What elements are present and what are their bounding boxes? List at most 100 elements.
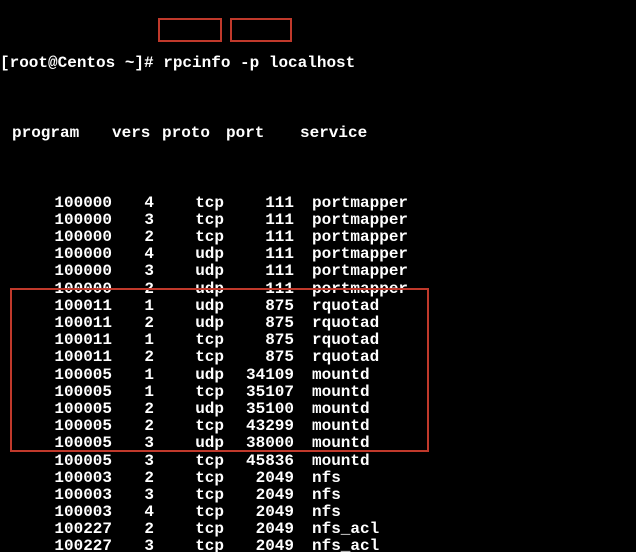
header-port: port <box>226 125 286 143</box>
cell-program: 100000 <box>0 281 112 299</box>
cell-vers: 3 <box>112 435 154 453</box>
cell-program: 100000 <box>0 229 112 247</box>
table-row: 1000112udp875rquotad <box>0 315 636 332</box>
cell-port: 35100 <box>224 401 294 419</box>
cell-program: 100005 <box>0 367 112 385</box>
cell-proto: udp <box>154 435 224 453</box>
cell-proto: tcp <box>154 504 224 522</box>
cell-proto: tcp <box>154 195 224 213</box>
cell-proto: udp <box>154 315 224 333</box>
cell-program: 100000 <box>0 246 112 264</box>
cell-port: 875 <box>224 298 294 316</box>
cell-port: 2049 <box>224 487 294 505</box>
cell-service: mountd <box>294 401 370 419</box>
table-row: 1000004udp111portmapper <box>0 246 636 263</box>
cell-proto: udp <box>154 367 224 385</box>
cell-vers: 3 <box>112 453 154 471</box>
cell-port: 875 <box>224 315 294 333</box>
cell-vers: 1 <box>112 298 154 316</box>
prompt-line: [root@Centos ~]# rpcinfo -p localhost <box>0 55 636 72</box>
cell-port: 2049 <box>224 538 294 552</box>
cell-program: 100000 <box>0 263 112 281</box>
cell-port: 111 <box>224 263 294 281</box>
cell-program: 100227 <box>0 521 112 539</box>
cell-vers: 2 <box>112 521 154 539</box>
cell-port: 111 <box>224 281 294 299</box>
cell-program: 100227 <box>0 538 112 552</box>
cell-port: 111 <box>224 229 294 247</box>
cell-program: 100003 <box>0 470 112 488</box>
cell-vers: 4 <box>112 504 154 522</box>
cell-program: 100005 <box>0 401 112 419</box>
header-vers: vers <box>112 125 162 143</box>
cell-vers: 2 <box>112 229 154 247</box>
cell-program: 100005 <box>0 384 112 402</box>
cell-vers: 3 <box>112 487 154 505</box>
table-row: 1000112tcp875rquotad <box>0 349 636 366</box>
cell-program: 100005 <box>0 453 112 471</box>
cell-program: 100011 <box>0 315 112 333</box>
table-row: 1000051udp34109mountd <box>0 367 636 384</box>
table-row: 1000111tcp875rquotad <box>0 332 636 349</box>
cell-port: 875 <box>224 332 294 350</box>
cell-vers: 2 <box>112 315 154 333</box>
cell-port: 38000 <box>224 435 294 453</box>
table-row: 1000052tcp43299mountd <box>0 418 636 435</box>
cell-vers: 2 <box>112 470 154 488</box>
cell-port: 34109 <box>224 367 294 385</box>
header-proto: proto <box>162 125 226 143</box>
cell-port: 111 <box>224 246 294 264</box>
cell-proto: udp <box>154 246 224 264</box>
cell-proto: tcp <box>154 229 224 247</box>
cell-service: nfs_acl <box>294 521 379 539</box>
cell-port: 35107 <box>224 384 294 402</box>
cell-proto: tcp <box>154 384 224 402</box>
table-row: 1000002udp111portmapper <box>0 281 636 298</box>
table-row: 1000033tcp2049nfs <box>0 487 636 504</box>
cell-program: 100011 <box>0 349 112 367</box>
cell-service: mountd <box>294 384 370 402</box>
cell-proto: tcp <box>154 349 224 367</box>
cell-proto: tcp <box>154 521 224 539</box>
cell-service: nfs_acl <box>294 538 379 552</box>
cell-service: rquotad <box>294 332 379 350</box>
cell-proto: tcp <box>154 212 224 230</box>
table-row: 1000003tcp111portmapper <box>0 212 636 229</box>
cell-port: 111 <box>224 195 294 213</box>
cell-proto: tcp <box>154 487 224 505</box>
cell-vers: 2 <box>112 418 154 436</box>
cell-service: portmapper <box>294 229 408 247</box>
cell-vers: 3 <box>112 212 154 230</box>
table-row: 1000004tcp111portmapper <box>0 195 636 212</box>
terminal-output: [root@Centos ~]# rpcinfo -p localhost pr… <box>0 0 636 552</box>
cell-vers: 4 <box>112 195 154 213</box>
cell-vers: 3 <box>112 263 154 281</box>
cell-service: rquotad <box>294 315 379 333</box>
table-row: 1000002tcp111portmapper <box>0 229 636 246</box>
cell-port: 43299 <box>224 418 294 436</box>
table-header: program vers proto port service <box>0 125 636 142</box>
header-service: service <box>286 125 367 143</box>
cell-proto: tcp <box>154 418 224 436</box>
table-row: 1000003udp111portmapper <box>0 263 636 280</box>
cell-program: 100003 <box>0 504 112 522</box>
table-row: 1000051tcp35107mountd <box>0 384 636 401</box>
cell-proto: tcp <box>154 453 224 471</box>
cell-proto: udp <box>154 401 224 419</box>
table-row: 1000053tcp45836mountd <box>0 453 636 470</box>
table-row: 1000034tcp2049nfs <box>0 504 636 521</box>
cell-service: portmapper <box>294 263 408 281</box>
cell-proto: udp <box>154 298 224 316</box>
cell-port: 2049 <box>224 521 294 539</box>
table-row: 1000053udp38000mountd <box>0 435 636 452</box>
cell-service: nfs <box>294 487 341 505</box>
cell-port: 111 <box>224 212 294 230</box>
cell-port: 2049 <box>224 504 294 522</box>
cell-service: mountd <box>294 435 370 453</box>
cell-vers: 1 <box>112 332 154 350</box>
cell-service: nfs <box>294 470 341 488</box>
cell-service: nfs <box>294 504 341 522</box>
cell-service: portmapper <box>294 281 408 299</box>
cell-vers: 3 <box>112 538 154 552</box>
cell-service: portmapper <box>294 246 408 264</box>
